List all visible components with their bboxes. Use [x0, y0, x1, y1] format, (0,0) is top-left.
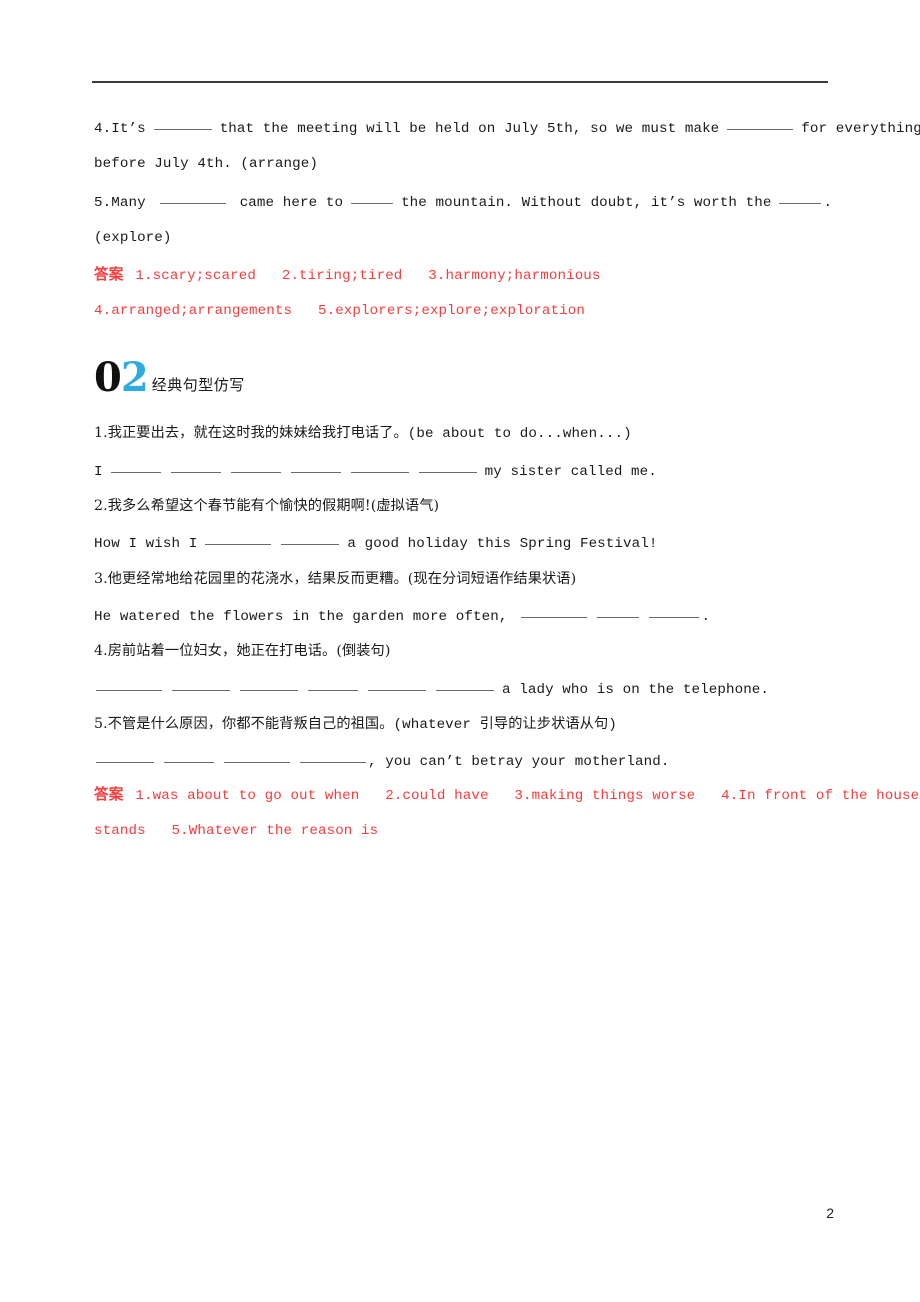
blank-field[interactable]	[230, 461, 281, 473]
question-5-prefix: 5.Many	[94, 195, 146, 211]
blank-field[interactable]	[727, 118, 794, 130]
sentence-3-prompt: 3.他更经常地给花园里的花浇水，结果反而更糟。(现在分词短语作结果状语)	[94, 570, 576, 589]
section-number-digit-2: 2	[120, 354, 149, 401]
blank-field[interactable]	[240, 679, 298, 691]
sentence-5-prompt-hint: (whatever 引导的让步状语从句)	[393, 717, 617, 733]
question-5-suffix: .	[823, 195, 833, 211]
sentence-1-prompt: 1.我正要出去，就在这时我的妹妹给我打电话了。(be about to do..…	[94, 424, 632, 443]
section-number: 02	[94, 358, 149, 398]
blank-field[interactable]	[521, 606, 588, 618]
section-two-answers-line-2: stands 5.Whatever the reason is	[94, 822, 378, 840]
blank-field[interactable]	[649, 606, 700, 618]
sentence-2-post: a good holiday this Spring Festival!	[347, 536, 658, 552]
sentence-4-prompt-cn: 4.房前站着一位妇女，她正在打电话。	[94, 643, 337, 659]
question-4-suffix: for everything	[801, 121, 920, 137]
answer-text: 1.was about to go out when 2.could have …	[135, 788, 920, 804]
sentence-4-prompt: 4.房前站着一位妇女，她正在打电话。(倒装句)	[94, 642, 390, 661]
sentence-2-answer-line: How I wish I a good holiday this Spring F…	[94, 533, 657, 553]
answer-text: 1.scary;scared 2.tiring;tired 3.harmony;…	[135, 268, 601, 284]
sentence-2-prompt-hint: (虚拟语气)	[370, 498, 440, 514]
question-4-middle: that the meeting will be held on July 5t…	[219, 121, 720, 137]
blank-field[interactable]	[110, 461, 161, 473]
blank-field[interactable]	[205, 533, 272, 545]
section-02-heading: 02 经典句型仿写	[94, 358, 245, 398]
blank-field[interactable]	[779, 192, 822, 204]
question-5-hint: (explore)	[94, 230, 172, 246]
sentence-5-prompt: 5.不管是什么原因，你都不能背叛自己的祖国。(whatever 引导的让步状语从…	[94, 715, 617, 734]
sentence-5-prompt-cn: 5.不管是什么原因，你都不能背叛自己的祖国。	[94, 716, 394, 732]
section-one-answers-line-2: 4.arranged;arrangements 5.explorers;expl…	[94, 302, 585, 320]
sentence-3-prompt-cn: 3.他更经常地给花园里的花浇水，结果反而更糟。	[94, 571, 408, 587]
blank-field[interactable]	[368, 679, 426, 691]
document-page: 4.It’s that the meeting will be held on J…	[0, 0, 920, 1302]
blank-field[interactable]	[153, 118, 212, 130]
blank-field[interactable]	[224, 751, 290, 763]
sentence-1-prompt-cn: 1.我正要出去，就在这时我的妹妹给我打电话了。	[94, 425, 408, 441]
blank-field[interactable]	[172, 679, 230, 691]
sentence-3-prompt-hint: (现在分词短语作结果状语)	[407, 571, 577, 587]
blank-field[interactable]	[164, 751, 214, 763]
question-5-middle: came here to	[239, 195, 344, 211]
blank-field[interactable]	[96, 751, 154, 763]
blank-field[interactable]	[300, 751, 366, 763]
answer-text: 4.arranged;arrangements 5.explorers;expl…	[94, 303, 585, 319]
blank-field[interactable]	[96, 679, 162, 691]
sentence-4-answer-line: a lady who is on the telephone.	[94, 679, 769, 699]
question-5-line-2: (explore)	[94, 229, 172, 247]
sentence-1-pre: I	[94, 464, 103, 480]
sentence-4-post: a lady who is on the telephone.	[502, 682, 770, 698]
blank-field[interactable]	[351, 192, 394, 204]
sentence-1-prompt-hint: (be about to do...when...)	[407, 426, 632, 442]
sentence-2-prompt: 2.我多么希望这个春节能有个愉快的假期啊!(虚拟语气)	[94, 497, 439, 516]
answer-label: 答案	[94, 786, 124, 803]
blank-field[interactable]	[597, 606, 640, 618]
sentence-1-post: my sister called me.	[484, 464, 657, 480]
blank-field[interactable]	[308, 679, 358, 691]
blank-field[interactable]	[170, 461, 221, 473]
question-4-prefix: 4.It’s	[94, 121, 146, 137]
question-5-line-1: 5.Many came here to the mountain. Without …	[94, 192, 832, 212]
blank-field[interactable]	[418, 461, 477, 473]
blank-field[interactable]	[350, 461, 409, 473]
section-two-answers-line-1: 答案 1.was about to go out when 2.could hav…	[94, 786, 919, 805]
sentence-4-prompt-hint: (倒装句)	[336, 643, 391, 659]
question-4-line-1: 4.It’s that the meeting will be held on J…	[94, 118, 920, 138]
sentence-5-answer-line: , you can’t betray your motherland.	[94, 751, 670, 771]
sentence-2-prompt-cn: 2.我多么希望这个春节能有个愉快的假期啊!	[94, 498, 371, 514]
answer-text: stands 5.Whatever the reason is	[94, 823, 379, 839]
sentence-3-pre: He watered the flowers in the garden mor…	[94, 609, 508, 625]
question-4-line-2-text: before July 4th. (arrange)	[94, 156, 318, 172]
sentence-2-pre: How I wish I	[94, 536, 198, 552]
sentence-1-answer-line: Imy sister called me.	[94, 461, 657, 481]
blank-field[interactable]	[281, 533, 340, 545]
answer-label: 答案	[94, 266, 124, 283]
blank-field[interactable]	[159, 192, 226, 204]
section-number-digit-0: 0	[94, 354, 122, 401]
section-title: 经典句型仿写	[151, 376, 245, 394]
section-one-answers-line-1: 答案 1.scary;scared 2.tiring;tired 3.harmon…	[94, 266, 601, 285]
blank-field[interactable]	[290, 461, 341, 473]
question-5-middle-2: the mountain. Without doubt, it’s worth …	[401, 195, 772, 211]
sentence-3-post: .	[701, 609, 711, 625]
question-4-line-2: before July 4th. (arrange)	[94, 155, 318, 173]
sentence-3-answer-line: He watered the flowers in the garden mor…	[94, 606, 710, 626]
header-divider	[92, 81, 828, 83]
sentence-5-post: , you can’t betray your motherland.	[368, 754, 670, 770]
page-number: 2	[826, 1205, 834, 1221]
blank-field[interactable]	[436, 679, 494, 691]
